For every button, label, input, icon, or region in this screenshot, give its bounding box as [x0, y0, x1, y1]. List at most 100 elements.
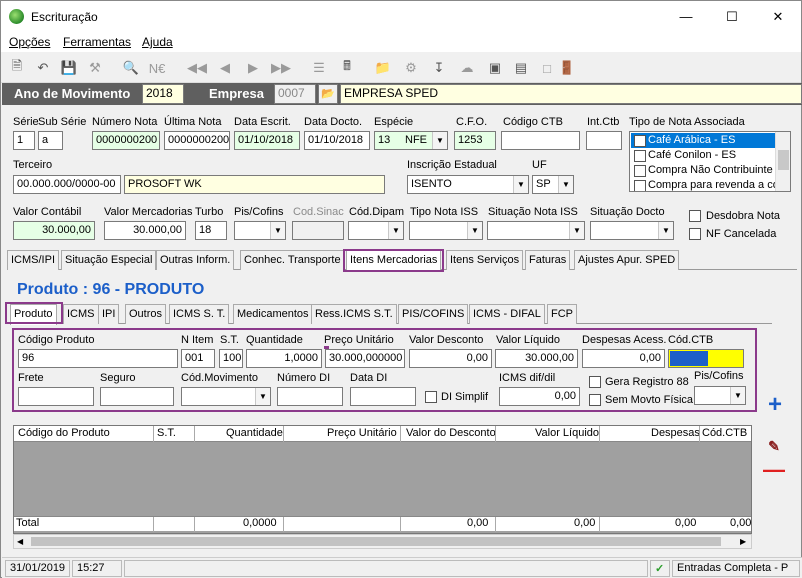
- undo-icon[interactable]: ↶: [33, 58, 53, 78]
- col-liquido[interactable]: Valor Líquido: [535, 427, 599, 439]
- valor-merc-input[interactable]: 30.000,00: [104, 221, 186, 240]
- tab-ress-icms-st[interactable]: Ress.ICMS S.T.: [311, 304, 397, 324]
- tab-ipi[interactable]: IPI: [98, 304, 120, 324]
- st-input[interactable]: 100: [219, 349, 243, 368]
- tab-faturas[interactable]: Faturas: [525, 250, 571, 270]
- despesas-input[interactable]: 0,00: [582, 349, 665, 368]
- scroll-thumb[interactable]: [778, 150, 789, 170]
- col-quantidade[interactable]: Quantidade: [226, 427, 283, 439]
- list-item[interactable]: Compra Não Contribuinte: [648, 164, 773, 176]
- tab-outros[interactable]: Outros: [125, 304, 167, 324]
- col-st[interactable]: S.T.: [157, 427, 176, 439]
- folder-icon[interactable]: 📁: [373, 58, 393, 78]
- scroll-right-icon[interactable]: ▶: [740, 537, 746, 546]
- chevron-down-icon[interactable]: ▼: [658, 222, 673, 239]
- numero-nota-input[interactable]: 0000000200: [92, 131, 160, 150]
- sit-iss-select[interactable]: ▼: [487, 221, 585, 240]
- cod-sinac-input[interactable]: [292, 221, 344, 240]
- last-record-icon[interactable]: ▶▶: [271, 58, 291, 78]
- list-item[interactable]: Café Arábica - ES: [648, 134, 735, 146]
- pis-cofins-select[interactable]: ▼: [234, 221, 286, 240]
- liquido-input[interactable]: 30.000,00: [495, 349, 578, 368]
- exit-door-icon[interactable]: 🚪: [557, 58, 577, 78]
- chevron-down-icon[interactable]: ▼: [730, 387, 745, 404]
- data-di-input[interactable]: [350, 387, 416, 406]
- chevron-down-icon[interactable]: ▼: [388, 222, 403, 239]
- first-record-icon[interactable]: ◀◀: [187, 58, 207, 78]
- ie-select[interactable]: ISENTO ▼: [407, 175, 529, 194]
- nfe-icon[interactable]: N€: [147, 58, 167, 78]
- di-simplif-checkbox[interactable]: [425, 391, 437, 403]
- icms-dif-input[interactable]: 0,00: [499, 387, 580, 406]
- tipo-nota-checkbox-0[interactable]: [634, 135, 646, 147]
- chevron-down-icon[interactable]: ▼: [513, 176, 528, 193]
- cod-dipam-select[interactable]: ▼: [348, 221, 404, 240]
- data-escrit-input[interactable]: 01/10/2018: [234, 131, 300, 150]
- tab-produto[interactable]: Produto: [10, 304, 57, 325]
- open-folder-icon[interactable]: 📂: [318, 84, 338, 104]
- cod-ctb-field[interactable]: [668, 349, 744, 368]
- col-despesas[interactable]: Despesas: [651, 427, 700, 439]
- tree-icon[interactable]: ☰: [309, 58, 329, 78]
- list-scrollbar[interactable]: [775, 132, 790, 191]
- col-preco[interactable]: Preço Unitário: [327, 427, 397, 439]
- remove-item-icon[interactable]: —: [763, 457, 785, 482]
- scroll-left-icon[interactable]: ◀: [17, 537, 23, 546]
- menu-opcoes[interactable]: Opções: [9, 35, 50, 49]
- quantidade-input[interactable]: 1,0000: [246, 349, 322, 368]
- numero-di-input[interactable]: [277, 387, 343, 406]
- n-item-input[interactable]: 001: [181, 349, 215, 368]
- int-ctb-input[interactable]: [586, 131, 622, 150]
- data-docto-input[interactable]: 01/10/2018: [304, 131, 370, 150]
- chevron-down-icon[interactable]: ▼: [255, 388, 270, 405]
- tab-fcp[interactable]: FCP: [547, 304, 577, 324]
- tab-ajustes-apur-sped[interactable]: Ajustes Apur. SPED: [574, 250, 680, 270]
- item-pis-cofins-select[interactable]: ▼: [694, 386, 746, 405]
- menu-ferramentas[interactable]: Ferramentas: [63, 35, 131, 49]
- col-desconto[interactable]: Valor do Desconto: [406, 427, 496, 439]
- list-item[interactable]: Compra para revenda a co: [648, 179, 779, 191]
- maximize-button[interactable]: ☐: [709, 1, 755, 32]
- turbo-input[interactable]: 18: [195, 221, 227, 240]
- save-icon[interactable]: 💾: [59, 58, 79, 78]
- empresa-code-input[interactable]: 0007: [274, 84, 316, 104]
- edit-item-icon[interactable]: ✎: [763, 435, 785, 457]
- tab-medicamentos[interactable]: Medicamentos: [233, 304, 313, 324]
- tipo-iss-select[interactable]: ▼: [409, 221, 483, 240]
- valor-contabil-input[interactable]: 30.000,00: [13, 221, 95, 240]
- scroll-thumb[interactable]: [31, 537, 721, 546]
- especie-select[interactable]: 13 NFE ▼: [374, 131, 448, 150]
- tab-icms-difal[interactable]: ICMS - DIFAL: [469, 304, 545, 324]
- seguro-input[interactable]: [100, 387, 174, 406]
- calculator-icon[interactable]: 🖩: [337, 58, 357, 78]
- tab-outras-inform[interactable]: Outras Inform.: [156, 250, 235, 270]
- tipo-nota-checkbox-1[interactable]: [634, 150, 646, 162]
- cod-movimento-select[interactable]: ▼: [181, 387, 271, 406]
- tab-icms-ipi[interactable]: ICMS/IPI: [7, 250, 60, 270]
- preco-input[interactable]: 30.000,000000: [325, 349, 405, 368]
- previous-record-icon[interactable]: ◀: [215, 58, 235, 78]
- items-grid[interactable]: Código do Produto S.T. Quantidade Preço …: [13, 425, 752, 534]
- tab-icms-st[interactable]: ICMS S. T.: [169, 304, 230, 324]
- grid-hscrollbar[interactable]: ◀ ▶: [13, 534, 752, 549]
- chevron-down-icon[interactable]: ▼: [569, 222, 584, 239]
- tab-icms[interactable]: ICMS: [63, 304, 99, 324]
- cfo-input[interactable]: 1253: [454, 131, 496, 150]
- ultima-nota-input[interactable]: 0000000200: [164, 131, 230, 150]
- chevron-down-icon[interactable]: ▼: [558, 176, 573, 193]
- sem-movto-checkbox[interactable]: [589, 394, 601, 406]
- subserie-input[interactable]: a: [38, 131, 63, 150]
- col-cod-ctb[interactable]: Cód.CTB: [702, 427, 747, 439]
- close-button[interactable]: ✕: [755, 1, 801, 32]
- nf-cancelada-checkbox[interactable]: [689, 228, 701, 240]
- battery-icon[interactable]: ▤: [511, 58, 531, 78]
- chevron-down-icon[interactable]: ▼: [270, 222, 285, 239]
- cod-produto-input[interactable]: 96: [18, 349, 178, 368]
- tools-icon[interactable]: ⚒: [85, 58, 105, 78]
- minimize-button[interactable]: —: [663, 1, 709, 32]
- gera-registro-checkbox[interactable]: [589, 376, 601, 388]
- tab-itens-mercadorias[interactable]: Itens Mercadorias: [346, 250, 442, 271]
- cib-icon[interactable]: ▣: [485, 58, 505, 78]
- preview-icon[interactable]: 🔍: [121, 58, 141, 78]
- blank-doc-icon[interactable]: □: [537, 58, 557, 78]
